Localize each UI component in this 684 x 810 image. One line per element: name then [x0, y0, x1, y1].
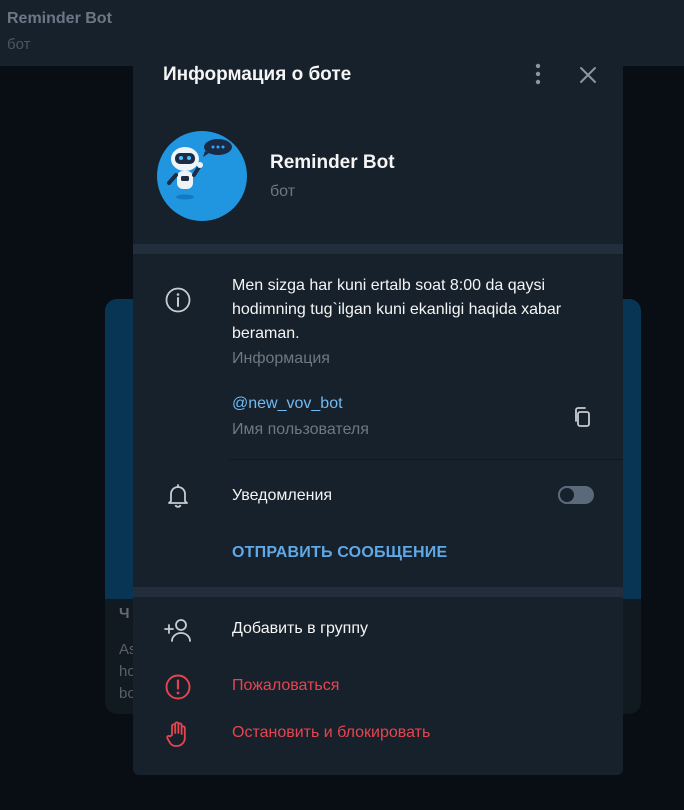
- copy-username-button[interactable]: [571, 405, 595, 429]
- close-button[interactable]: [576, 63, 600, 87]
- section-divider: [133, 244, 623, 254]
- report-icon: [164, 673, 192, 701]
- bot-avatar[interactable]: [157, 131, 247, 221]
- bot-description: Men sizga har kuni ertalb soat 8:00 da q…: [232, 277, 562, 342]
- notifications-toggle[interactable]: [558, 486, 594, 504]
- hand-stop-icon: [164, 720, 192, 748]
- robot-icon: [167, 139, 232, 200]
- info-icon: [165, 287, 191, 313]
- bell-icon: [165, 483, 191, 509]
- copy-icon: [575, 407, 590, 427]
- section-divider: [133, 587, 623, 597]
- add-user-icon: [164, 616, 192, 644]
- bot-description-label: Информация: [232, 350, 330, 367]
- bot-username[interactable]: @new_vov_bot: [232, 395, 343, 413]
- more-options-button[interactable]: [526, 62, 550, 86]
- more-vertical-icon: [535, 63, 541, 85]
- bot-info-dialog: Информация о боте Reminder Bot бот Men s…: [133, 40, 623, 775]
- row-separator: [229, 459, 623, 460]
- bot-username-label: Имя пользователя: [232, 421, 369, 438]
- report-button[interactable]: Пожаловаться: [232, 677, 339, 695]
- dialog-title: Информация о боте: [163, 64, 352, 85]
- send-message-button[interactable]: ОТПРАВИТЬ СООБЩЕНИЕ: [232, 544, 447, 562]
- toggle-knob: [558, 486, 576, 504]
- block-bot-button[interactable]: Остановить и блокировать: [232, 724, 430, 742]
- bot-name: Reminder Bot: [270, 152, 395, 173]
- close-icon: [580, 67, 596, 83]
- chat-title: Reminder Bot: [7, 10, 112, 27]
- chat-subtitle: бот: [7, 36, 31, 53]
- notifications-label: Уведомления: [232, 487, 333, 504]
- add-to-group-button[interactable]: Добавить в группу: [232, 620, 368, 638]
- bot-type-label: бот: [270, 183, 296, 200]
